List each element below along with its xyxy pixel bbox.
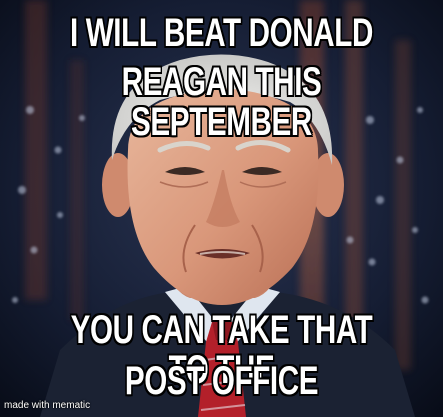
top-caption-line-2: REAGAN THIS SEPTEMBER xyxy=(121,60,322,144)
mematic-watermark: made with mematic xyxy=(4,400,91,411)
meme-image: I WILL BEAT DONALD REAGAN THIS SEPTEMBER… xyxy=(0,0,443,417)
bottom-caption-line-2: POST OFFICE xyxy=(124,359,319,403)
top-caption-line-1: I WILL BEAT DONALD xyxy=(69,11,374,55)
